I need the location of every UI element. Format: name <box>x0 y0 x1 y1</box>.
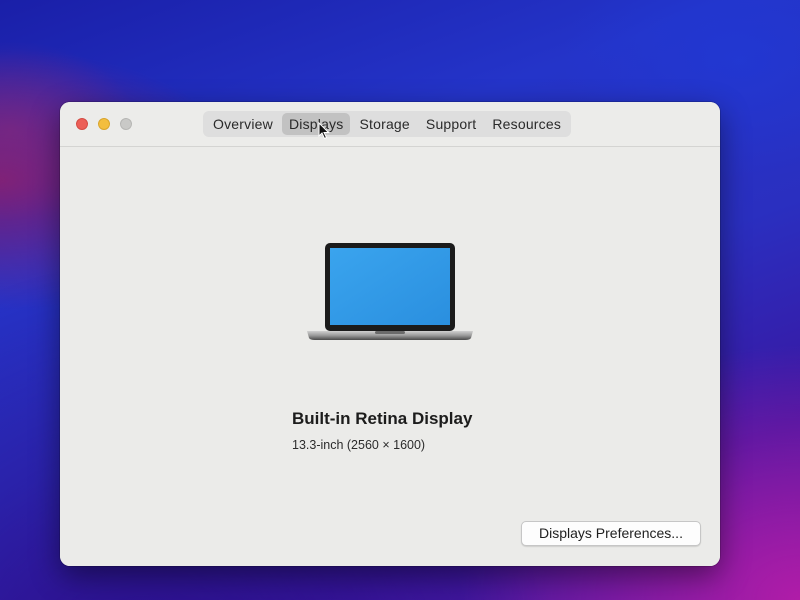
display-size: 13.3-inch (2560 × 1600) <box>292 438 426 452</box>
displays-pane: Built-in Retina Display 13.3-inch (2560 … <box>60 147 720 566</box>
tab-storage[interactable]: Storage <box>352 113 416 135</box>
maximize-button[interactable] <box>120 118 132 130</box>
display-name: Built-in Retina Display <box>292 409 473 428</box>
minimize-button[interactable] <box>98 118 110 130</box>
tab-overview[interactable]: Overview <box>206 113 280 135</box>
about-this-mac-window: Overview Displays Storage Support Resour… <box>60 102 720 566</box>
displays-preferences-button[interactable]: Displays Preferences... <box>521 521 701 546</box>
close-button[interactable] <box>76 118 88 130</box>
tab-support[interactable]: Support <box>419 113 483 135</box>
tab-resources[interactable]: Resources <box>485 113 568 135</box>
mouse-cursor-icon <box>318 121 330 140</box>
tab-displays[interactable]: Displays <box>281 113 351 135</box>
tab-bar: Overview Displays Storage Support Resour… <box>203 111 572 137</box>
laptop-icon <box>305 243 475 358</box>
title-bar: Overview Displays Storage Support Resour… <box>60 102 720 147</box>
